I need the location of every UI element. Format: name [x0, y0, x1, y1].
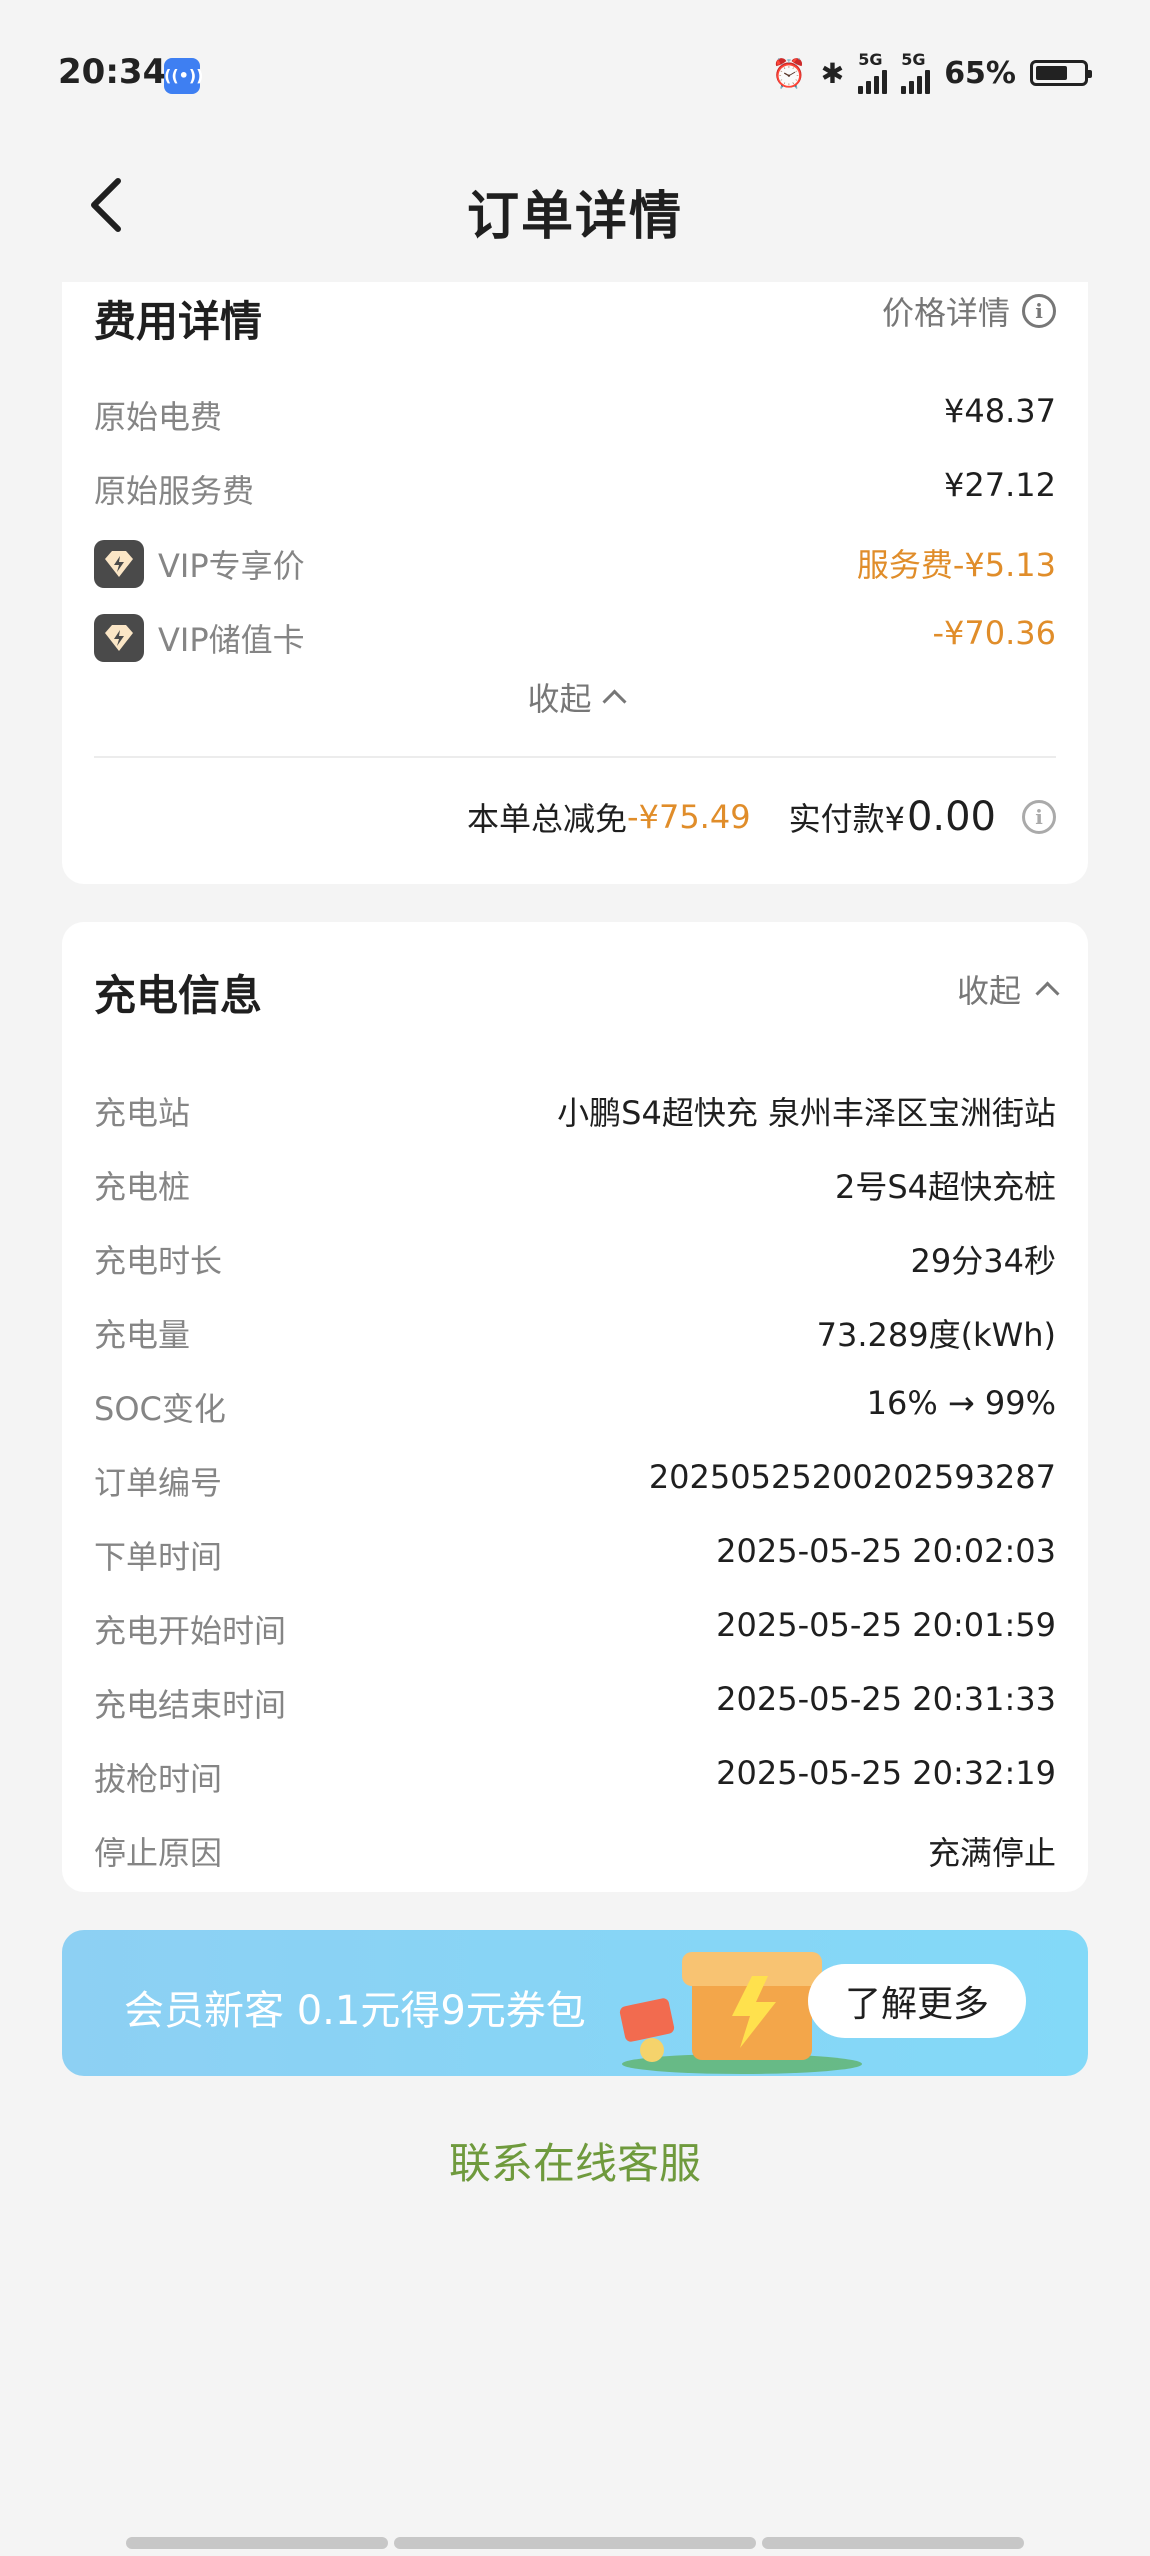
- signal-1: 5G: [858, 50, 888, 94]
- promo-text: 会员新客 0.1元得9元券包: [124, 1988, 586, 2034]
- charge-row-value: 2025-05-25 20:02:03: [716, 1532, 1056, 1570]
- network-label-2: 5G: [901, 50, 926, 69]
- status-bar: 20:34 ((•)) ⏰ ✱ 5G 5G 65%: [0, 0, 1150, 140]
- header: 订单详情: [0, 140, 1150, 270]
- charge-row: 下单时间 2025-05-25 20:02:03: [94, 1532, 1056, 1582]
- total-discount-value: -¥75.49: [627, 798, 751, 836]
- info-icon[interactable]: i: [1022, 800, 1056, 834]
- charge-row-value: 充满停止: [927, 1834, 1056, 1872]
- charge-row: 停止原因 充满停止: [94, 1828, 1056, 1878]
- charge-row-value: 2025-05-25 20:32:19: [716, 1754, 1056, 1792]
- bluetooth-icon: ✱: [820, 56, 845, 90]
- network-label-1: 5G: [858, 50, 883, 69]
- fee-row: 原始电费 ¥48.37: [94, 392, 1056, 442]
- charge-row-value: 16% → 99%: [866, 1384, 1056, 1422]
- fee-row-label-vip: VIP储值卡: [94, 614, 305, 662]
- signal-bars-icon: [901, 68, 931, 94]
- charge-row: 订单编号 20250525200202593287: [94, 1458, 1056, 1508]
- charge-row-label: 拔枪时间: [94, 1760, 223, 1798]
- nav-segment: [762, 2537, 1024, 2549]
- vip-price-label: VIP专享价: [158, 547, 305, 585]
- collapse-label: 收起: [956, 972, 1021, 1010]
- vip-diamond-icon: [94, 540, 144, 588]
- fee-row-label: 原始服务费: [94, 472, 255, 510]
- paid-label: 实付款¥: [788, 800, 905, 838]
- fee-row-label: 原始电费: [94, 398, 223, 436]
- battery-percent: 65%: [944, 55, 1016, 91]
- charge-row-label: 充电开始时间: [94, 1612, 287, 1650]
- charge-row-value: 小鹏S4超快充 泉州丰泽区宝洲街站: [557, 1094, 1056, 1132]
- charge-row-value: 29分34秒: [910, 1242, 1056, 1280]
- page-title: 订单详情: [466, 187, 683, 247]
- fee-row-value: ¥48.37: [944, 392, 1056, 430]
- nav-segment: [126, 2537, 388, 2549]
- chevron-up-icon: [601, 688, 627, 714]
- charge-row: 充电站 小鹏S4超快充 泉州丰泽区宝洲街站: [94, 1088, 1056, 1138]
- price-detail-label: 价格详情: [881, 294, 1010, 332]
- vip-card-label: VIP储值卡: [158, 621, 305, 659]
- charge-row-label: 停止原因: [94, 1834, 223, 1872]
- charge-row-label: 充电站: [94, 1094, 191, 1132]
- fee-details-card: 费用详情 价格详情 i 原始电费 ¥48.37 原始服务费 ¥27.12 VIP…: [62, 282, 1088, 884]
- nfc-icon: ((•)): [164, 58, 203, 94]
- charge-row-value: 20250525200202593287: [648, 1458, 1056, 1496]
- charge-row: 充电结束时间 2025-05-25 20:31:33: [94, 1680, 1056, 1730]
- price-detail-link[interactable]: 价格详情 i: [882, 288, 1056, 334]
- fee-collapse-button[interactable]: 收起: [62, 674, 1088, 720]
- charge-row-value: 2025-05-25 20:01:59: [716, 1606, 1056, 1644]
- info-icon: i: [1022, 294, 1056, 328]
- status-time: 20:34: [58, 52, 167, 92]
- collapse-label: 收起: [527, 680, 592, 718]
- charge-row: 充电桩 2号S4超快充桩: [94, 1162, 1056, 1212]
- fee-row: 原始服务费 ¥27.12: [94, 466, 1056, 516]
- charge-section-title: 充电信息: [94, 971, 263, 1020]
- alarm-icon: ⏰: [771, 56, 807, 90]
- paid-value: 0.00: [906, 794, 996, 840]
- fee-row-value: 服务费-¥5.13: [856, 546, 1056, 584]
- divider: [94, 756, 1056, 758]
- learn-more-button[interactable]: 了解更多: [808, 1964, 1026, 2038]
- nav-segment: [394, 2537, 756, 2549]
- charge-row-label: 充电量: [94, 1316, 191, 1354]
- charge-row-label: 充电结束时间: [94, 1686, 287, 1724]
- fee-row: VIP专享价 服务费-¥5.13: [94, 540, 1056, 590]
- payment-summary: 本单总减免 -¥75.49 实付款¥ 0.00 i: [467, 794, 1056, 840]
- charge-row: 充电开始时间 2025-05-25 20:01:59: [94, 1606, 1056, 1656]
- charge-collapse-button[interactable]: 收起: [956, 966, 1060, 1012]
- fee-row-value: -¥70.36: [932, 614, 1056, 652]
- fee-row: VIP储值卡 -¥70.36: [94, 614, 1056, 664]
- navigation-bar: [0, 2537, 1150, 2549]
- charge-row-label: SOC变化: [94, 1390, 226, 1428]
- charge-row-label: 充电时长: [94, 1242, 223, 1280]
- battery-icon: [1030, 60, 1092, 86]
- charging-info-card: 充电信息 收起 充电站 小鹏S4超快充 泉州丰泽区宝洲街站 充电桩 2号S4超快…: [62, 922, 1088, 1892]
- charge-row-label: 订单编号: [94, 1464, 223, 1502]
- status-icons: ⏰ ✱ 5G 5G 65%: [771, 50, 1092, 94]
- fee-section-title: 费用详情: [94, 297, 263, 346]
- signal-2: 5G: [901, 50, 931, 94]
- charge-row: 充电时长 29分34秒: [94, 1236, 1056, 1286]
- signal-bars-icon: [858, 68, 888, 94]
- fee-row-value: ¥27.12: [944, 466, 1056, 504]
- charge-row-label: 充电桩: [94, 1168, 191, 1206]
- charge-row-label: 下单时间: [94, 1538, 223, 1576]
- charge-row: SOC变化 16% → 99%: [94, 1384, 1056, 1434]
- promo-banner[interactable]: 会员新客 0.1元得9元券包 了解更多: [62, 1930, 1088, 2076]
- fee-row-label-vip: VIP专享价: [94, 540, 305, 588]
- charge-row-value: 73.289度(kWh): [816, 1316, 1056, 1354]
- total-discount-label: 本单总减免: [467, 800, 628, 838]
- vip-diamond-icon: [94, 614, 144, 662]
- chevron-up-icon: [1035, 980, 1060, 1006]
- charge-row: 充电量 73.289度(kWh): [94, 1310, 1056, 1360]
- charge-row: 拔枪时间 2025-05-25 20:32:19: [94, 1754, 1056, 1804]
- charge-row-value: 2号S4超快充桩: [834, 1168, 1056, 1206]
- contact-support-link[interactable]: 联系在线客服: [0, 2130, 1150, 2191]
- charge-row-value: 2025-05-25 20:31:33: [716, 1680, 1056, 1718]
